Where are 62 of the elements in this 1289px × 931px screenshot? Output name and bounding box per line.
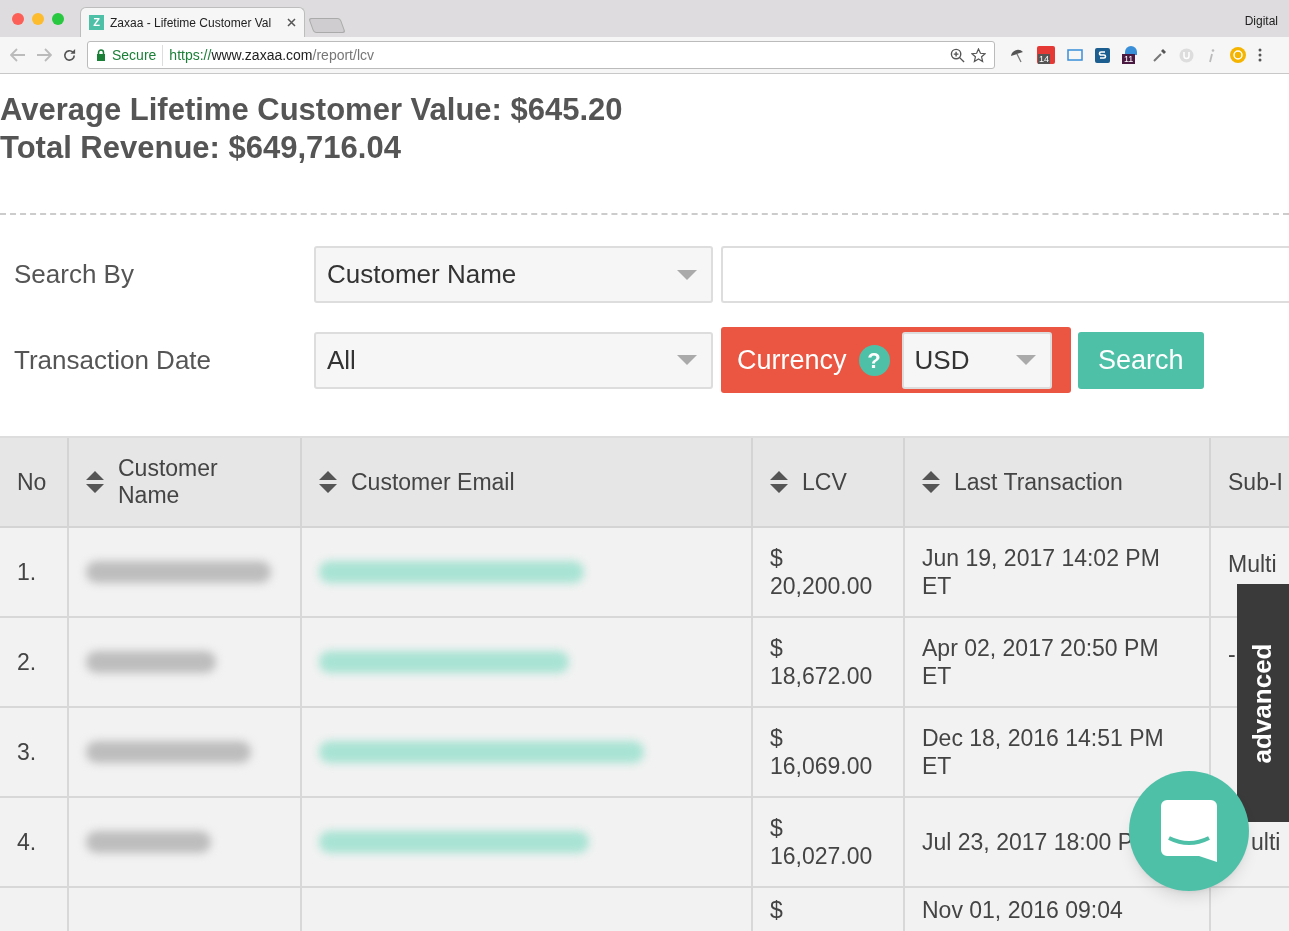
sub-id: Multi (1228, 550, 1277, 578)
average-lcv-heading: Average Lifetime Customer Value: $645.20 (0, 91, 624, 129)
close-tab-icon[interactable] (287, 18, 296, 27)
currency-symbol: $ (770, 896, 784, 924)
sort-icon[interactable] (922, 471, 940, 493)
caret-icon (1015, 355, 1036, 365)
reload-icon[interactable] (62, 47, 77, 63)
sort-icon[interactable] (770, 471, 788, 493)
currency-symbol: $ (770, 724, 784, 752)
column-header[interactable]: Last Transaction (905, 438, 1211, 526)
column-header: No (0, 438, 69, 526)
eyedropper-icon[interactable] (1152, 47, 1167, 63)
profile-name[interactable]: Digital (1244, 12, 1278, 30)
column-header[interactable]: Customer Name (69, 438, 302, 526)
chat-icon (1161, 800, 1217, 862)
row-number: 2. (17, 647, 37, 677)
transaction-date-dropdown[interactable]: All (314, 331, 713, 389)
last-transaction: Apr 02, 2017 20:50 PM ET (922, 634, 1160, 690)
browser-tab[interactable]: Z Zaxaa - Lifetime Customer Val (80, 7, 305, 37)
lcv-value: 20,200.00 (770, 572, 874, 600)
sub-id: ulti (1251, 828, 1281, 856)
column-header[interactable]: LCV (753, 438, 905, 526)
search-by-label: Search By (14, 258, 135, 291)
url-text: https://www.zaxaa.com/report/lcv (169, 45, 374, 65)
count-badge: 14 (1038, 54, 1050, 64)
lcv-value: 16,069.00 (770, 752, 874, 780)
row-number: 3. (17, 737, 37, 767)
currency-label: Currency (737, 343, 847, 377)
search-input-field[interactable] (721, 246, 1289, 303)
row-number: 1. (17, 557, 37, 587)
search-by-dropdown[interactable]: Customer Name (314, 246, 713, 303)
column-header[interactable]: Customer Email (302, 438, 753, 526)
currency-dropdown[interactable]: USD (901, 331, 1052, 389)
count-badge: 11 (1122, 54, 1136, 64)
currency-symbol: $ (770, 544, 784, 572)
star-icon[interactable] (971, 47, 986, 63)
tab-title: Zaxaa - Lifetime Customer Val (110, 14, 272, 32)
s-extension-icon[interactable] (1095, 47, 1110, 63)
last-transaction: Dec 18, 2016 14:51 PM ET (922, 724, 1165, 780)
lcv-value: 18,672.00 (770, 662, 874, 690)
lock-icon (96, 49, 106, 61)
zoom-icon[interactable] (950, 47, 965, 63)
currency-symbol: $ (770, 634, 784, 662)
column-header: Sub-I (1211, 438, 1289, 526)
lcv-value: $ 16,027.00 (770, 814, 874, 870)
tab-favicon: Z (89, 15, 104, 30)
transaction-date-label: Transaction Date (14, 343, 213, 377)
total-revenue-heading: Total Revenue: $649,716.04 (0, 129, 402, 167)
sort-icon[interactable] (319, 471, 337, 493)
menu-icon[interactable] (1258, 48, 1262, 62)
row-number: 4. (17, 827, 37, 857)
umbrella-icon[interactable] (1009, 47, 1025, 63)
caret-icon (677, 269, 697, 280)
last-transaction: Jun 19, 2017 14:02 PM ET (922, 544, 1161, 600)
sort-icon[interactable] (86, 471, 104, 493)
address-bar[interactable]: Secure https://www.zaxaa.com/report/lcv (87, 41, 995, 69)
last-transaction: Nov 01, 2016 09:04 (922, 896, 1123, 924)
advanced-tab[interactable]: advanced (1237, 584, 1289, 822)
sub-id: - (1228, 640, 1236, 668)
secure-label: Secure (112, 44, 164, 66)
calendar-extension-icon[interactable]: 14 (1037, 46, 1055, 64)
caret-icon (677, 355, 697, 365)
